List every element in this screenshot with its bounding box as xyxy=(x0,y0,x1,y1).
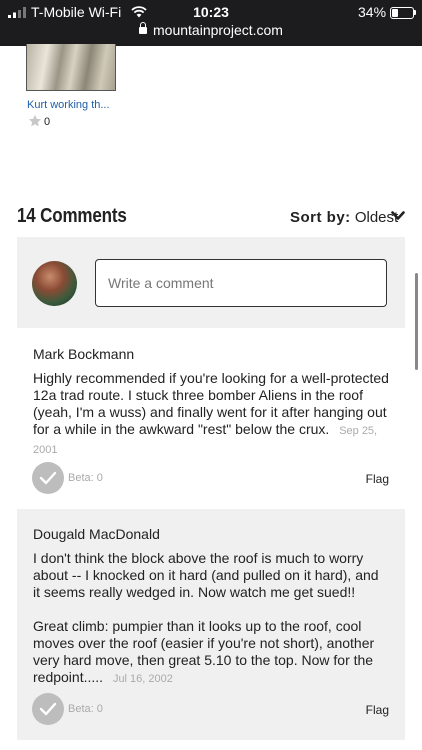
address-bar[interactable]: mountainproject.com xyxy=(0,22,422,38)
beta-count: Beta: 0 xyxy=(68,703,103,715)
comment-date: Jul 16, 2002 xyxy=(112,673,173,685)
check-icon xyxy=(39,702,57,716)
comment-author: Mark Bockmann xyxy=(33,346,135,362)
flag-link[interactable]: Flag xyxy=(366,472,389,486)
lock-icon xyxy=(139,22,148,34)
comment-body: I don't think the block above the roof i… xyxy=(33,550,389,688)
route-photo-thumbnail[interactable] xyxy=(26,44,116,91)
comment-body: Highly recommended if you're looking for… xyxy=(33,370,389,459)
beta-vote-button[interactable] xyxy=(32,693,64,725)
star-count: 0 xyxy=(44,116,51,128)
star-icon[interactable] xyxy=(28,114,42,128)
battery-icon xyxy=(390,7,414,19)
comment-item: Mark Bockmann Highly recommended if you'… xyxy=(17,329,405,507)
sort-label: Sort by: xyxy=(290,209,351,226)
comment-input[interactable]: Write a comment xyxy=(95,259,387,307)
battery-percent: 34% xyxy=(358,4,387,20)
comment-text: Great climb: pumpier than it looks up to… xyxy=(33,618,375,685)
user-avatar xyxy=(32,261,77,306)
check-icon xyxy=(39,471,57,485)
scrollbar[interactable] xyxy=(415,273,418,370)
status-bar: T-Mobile Wi-Fi 10:23 34% mountainproject… xyxy=(0,0,422,46)
comment-text: Highly recommended if you're looking for… xyxy=(33,370,389,437)
chevron-down-icon[interactable] xyxy=(391,211,405,221)
comment-author: Dougald MacDonald xyxy=(33,526,160,542)
comment-text: I don't think the block above the roof i… xyxy=(33,550,379,600)
beta-vote-button[interactable] xyxy=(32,462,64,494)
url-text: mountainproject.com xyxy=(153,22,283,38)
photo-caption-link[interactable]: Kurt working th... xyxy=(27,99,110,111)
comment-item: Dougald MacDonald I don't think the bloc… xyxy=(17,509,405,740)
comments-heading: 14 Comments xyxy=(17,205,127,227)
flag-link[interactable]: Flag xyxy=(366,703,389,717)
sort-dropdown[interactable]: Sort by: Oldest xyxy=(290,209,398,226)
beta-count: Beta: 0 xyxy=(68,472,103,484)
